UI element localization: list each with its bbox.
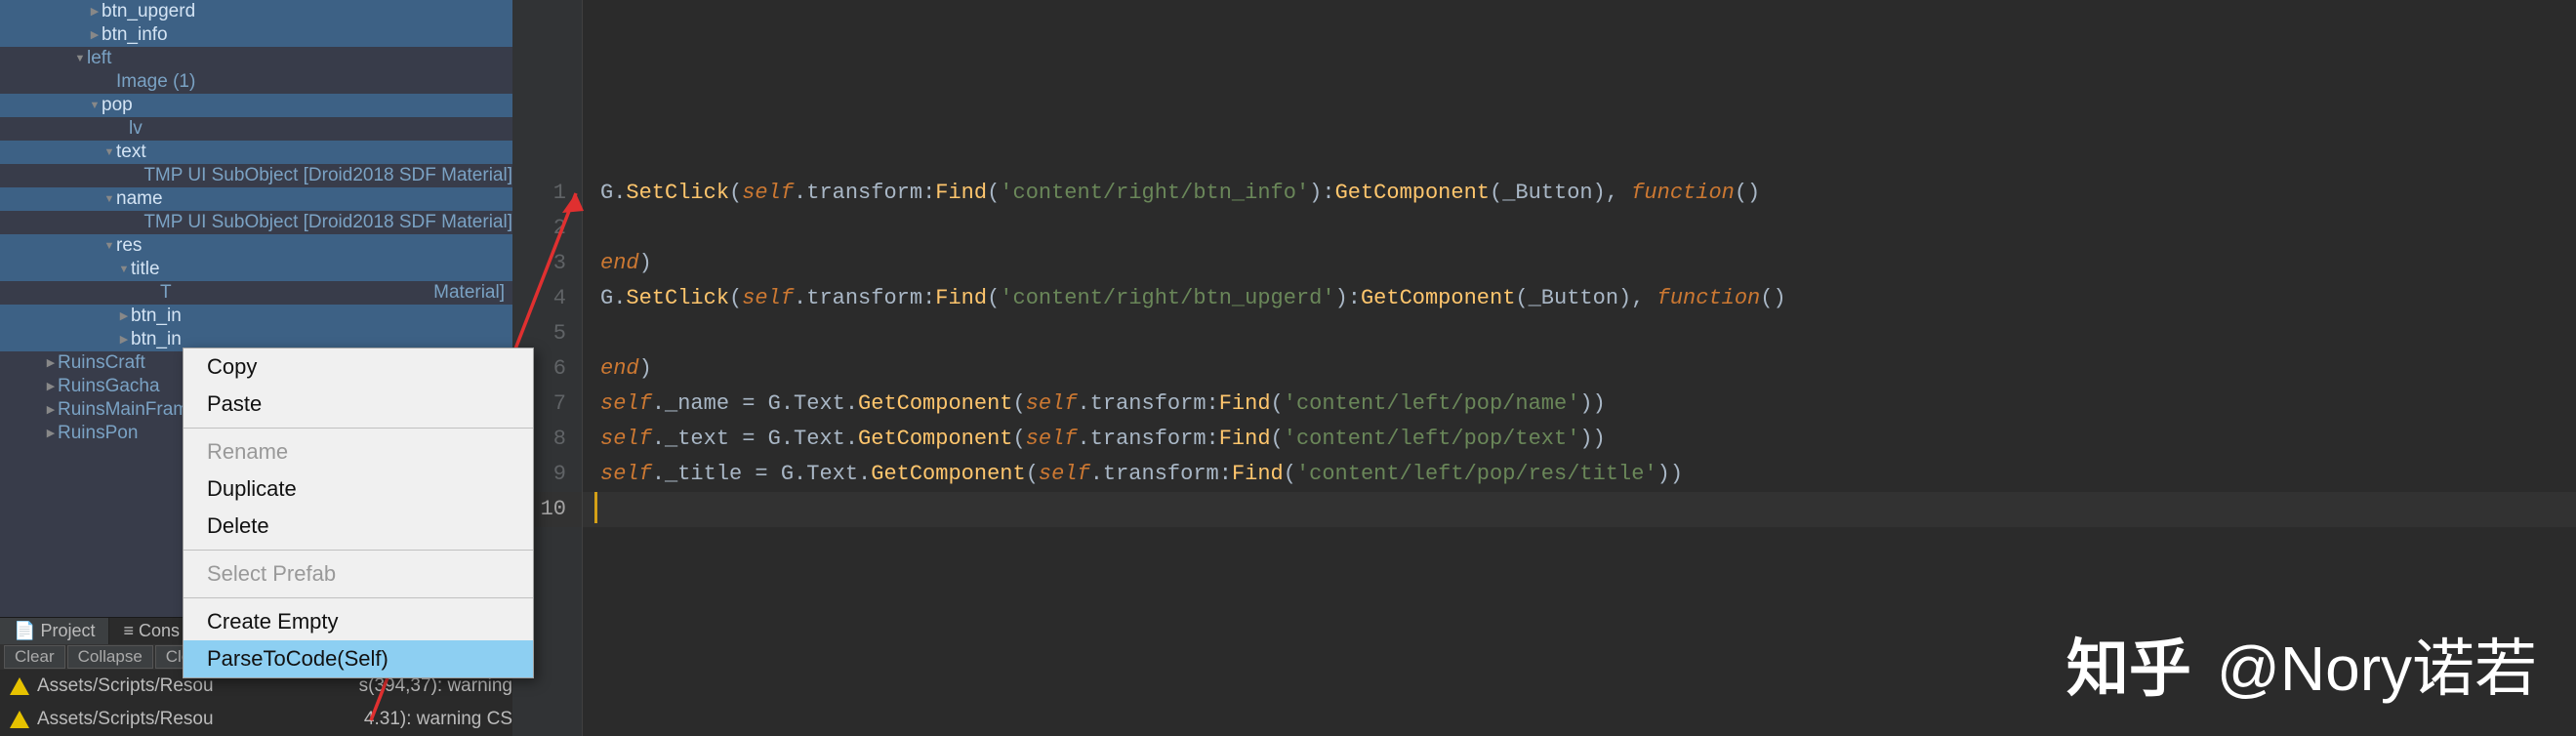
code-line[interactable]: end) — [583, 351, 2576, 387]
hierarchy-label: btn_in — [131, 305, 182, 328]
collapse-button[interactable]: Collapse — [67, 645, 153, 669]
warning-icon — [10, 711, 29, 728]
hierarchy-item[interactable]: ▶btn_info — [0, 23, 512, 47]
expand-arrow-icon[interactable]: ▶ — [44, 351, 58, 375]
hierarchy-label: T — [160, 281, 172, 305]
menu-paste[interactable]: Paste — [184, 386, 533, 423]
menu-copy[interactable]: Copy — [184, 348, 533, 386]
hierarchy-label: res — [116, 234, 142, 258]
tab-project[interactable]: 📄 Project — [0, 618, 109, 644]
expand-arrow-icon[interactable]: ▶ — [44, 375, 58, 398]
expand-arrow-icon[interactable]: ▶ — [44, 398, 58, 422]
hierarchy-item[interactable]: Image (1) — [0, 70, 512, 94]
menu-select-prefab[interactable]: Select Prefab — [184, 555, 533, 593]
menu-duplicate[interactable]: Duplicate — [184, 470, 533, 508]
hierarchy-item[interactable]: TMP UI SubObject [Droid2018 SDF Material… — [0, 164, 512, 187]
hierarchy-label: btn_upgerd — [102, 0, 195, 23]
context-menu: Copy Paste Rename Duplicate Delete Selec… — [183, 348, 534, 678]
warning-icon — [10, 677, 29, 695]
expand-arrow-icon[interactable]: ▼ — [117, 258, 131, 281]
hierarchy-label: pop — [102, 94, 133, 117]
menu-parse-to-code[interactable]: ParseToCode(Self) — [184, 640, 533, 677]
line-number: 1 — [512, 176, 582, 211]
watermark-author: @Nory诺若 — [2217, 619, 2537, 709]
hierarchy-label: TMP UI SubObject [Droid2018 SDF Material… — [143, 164, 512, 187]
hierarchy-label: name — [116, 187, 163, 211]
menu-separator — [184, 550, 533, 551]
hierarchy-item[interactable]: ▼name — [0, 187, 512, 211]
hierarchy-label: RuinsGacha — [58, 375, 160, 398]
hierarchy-item[interactable]: TMaterial] — [0, 281, 512, 305]
hierarchy-label: text — [116, 141, 146, 164]
hierarchy-item[interactable]: ▼text — [0, 141, 512, 164]
console-output: Assets/Scripts/Resou s(394,37): warning … — [0, 670, 512, 736]
line-number: 3 — [512, 246, 582, 281]
code-line[interactable]: self._name = G.Text.GetComponent(self.tr… — [583, 387, 2576, 422]
expand-arrow-icon[interactable]: ▶ — [44, 422, 58, 445]
hierarchy-item[interactable]: ▶btn_upgerd — [0, 0, 512, 23]
code-line[interactable]: end) — [583, 246, 2576, 281]
code-line[interactable]: self._text = G.Text.GetComponent(self.tr… — [583, 422, 2576, 457]
zhihu-logo: 知乎 — [2066, 619, 2191, 709]
expand-arrow-icon[interactable]: ▼ — [73, 47, 87, 70]
code-line[interactable]: G.SetClick(self.transform:Find('content/… — [583, 281, 2576, 316]
code-line[interactable]: self._title = G.Text.GetComponent(self.t… — [583, 457, 2576, 492]
line-number: 4 — [512, 281, 582, 316]
expand-arrow-icon[interactable]: ▼ — [102, 141, 116, 164]
hierarchy-label: lv — [129, 117, 143, 141]
code-line[interactable]: G.SetClick(self.transform:Find('content/… — [583, 176, 2576, 211]
line-number: 2 — [512, 211, 582, 246]
clear-button[interactable]: Clear — [4, 645, 65, 669]
hierarchy-item[interactable]: ▼pop — [0, 94, 512, 117]
hierarchy-label: btn_in — [131, 328, 182, 351]
expand-arrow-icon[interactable]: ▶ — [117, 305, 131, 328]
console-row[interactable]: Assets/Scripts/Resou 4.31): warning CS — [0, 703, 512, 736]
expand-arrow-icon[interactable]: ▶ — [88, 0, 102, 23]
menu-rename[interactable]: Rename — [184, 433, 533, 470]
hierarchy-item[interactable]: ▼res — [0, 234, 512, 258]
hierarchy-item[interactable]: TMP UI SubObject [Droid2018 SDF Material… — [0, 211, 512, 234]
line-number: 5 — [512, 316, 582, 351]
watermark: 知乎 @Nory诺若 — [2066, 619, 2537, 709]
code-line[interactable] — [583, 316, 2576, 351]
menu-create-empty[interactable]: Create Empty — [184, 603, 533, 640]
folder-icon: 📄 — [14, 621, 35, 640]
menu-separator — [184, 597, 533, 598]
menu-delete[interactable]: Delete — [184, 508, 533, 545]
hierarchy-label: left — [87, 47, 111, 70]
hierarchy-label: RuinsMainFram — [58, 398, 188, 422]
menu-separator — [184, 428, 533, 429]
hierarchy-label: Image (1) — [116, 70, 195, 94]
expand-arrow-icon[interactable]: ▶ — [117, 328, 131, 351]
hierarchy-item[interactable]: lv — [0, 117, 512, 141]
hierarchy-item[interactable]: ▼title — [0, 258, 512, 281]
expand-arrow-icon[interactable]: ▼ — [102, 234, 116, 258]
code-line[interactable] — [583, 211, 2576, 246]
hierarchy-label: RuinsCraft — [58, 351, 145, 375]
hierarchy-item[interactable]: ▼left — [0, 47, 512, 70]
hierarchy-label: RuinsPon — [58, 422, 138, 445]
hierarchy-label: btn_info — [102, 23, 168, 47]
code-line[interactable] — [583, 492, 2576, 527]
expand-arrow-icon[interactable]: ▼ — [102, 187, 116, 211]
expand-arrow-icon[interactable]: ▶ — [88, 23, 102, 47]
list-icon: ≡ — [123, 621, 134, 640]
expand-arrow-icon[interactable]: ▼ — [88, 94, 102, 117]
hierarchy-item[interactable]: ▶btn_in — [0, 305, 512, 328]
hierarchy-label: TMP UI SubObject [Droid2018 SDF Material… — [143, 211, 512, 234]
caret-indicator — [594, 492, 598, 523]
hierarchy-panel: ▶btn_upgerd▶btn_info▼leftImage (1)▼poplv… — [0, 0, 512, 736]
hierarchy-label: title — [131, 258, 160, 281]
